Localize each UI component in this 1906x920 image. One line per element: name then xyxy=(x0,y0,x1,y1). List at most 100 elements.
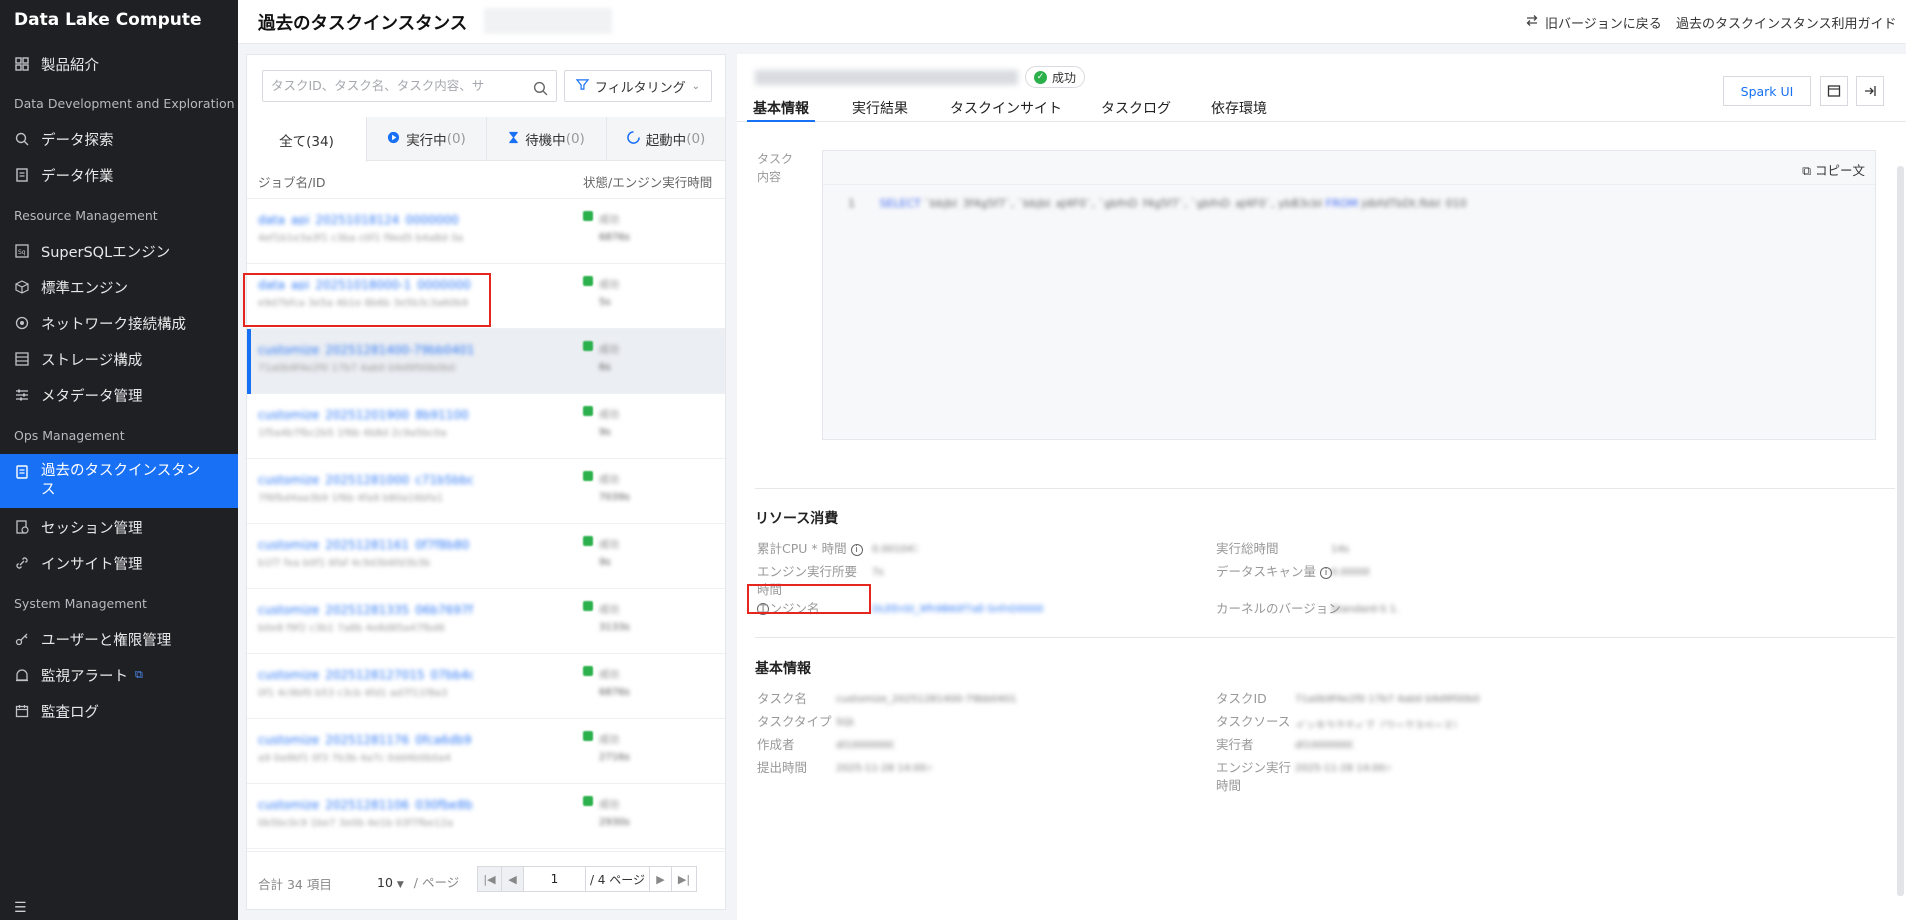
last-page-icon[interactable]: ▶| xyxy=(672,867,696,891)
nav-supersql[interactable]: Sq SuperSQLエンジン xyxy=(0,233,238,269)
kernel-value: Standard-S 1.1 xyxy=(1331,604,1399,615)
key-icon xyxy=(14,632,29,647)
creator-label: 作成者 xyxy=(757,737,795,752)
prev-page-icon[interactable]: ◀ xyxy=(502,867,524,891)
job-id: b0e8 f9f2 c3b1 7a8b 4e8d85a47fbd6 xyxy=(258,623,445,634)
guide-link[interactable]: 過去のタスクインスタンス利用ガイド xyxy=(1676,13,1896,32)
list-header: ジョブ名/ID 状態/エンジン実行時間 xyxy=(247,161,725,199)
tab-running[interactable]: 実行中 (0) xyxy=(367,117,487,161)
document-icon xyxy=(14,464,29,479)
job-name[interactable]: customize_20251281176_0fca6db9 xyxy=(258,733,473,745)
brand-title: Data Lake Compute xyxy=(14,10,202,30)
tab-starting[interactable]: 起動中 (0) xyxy=(607,117,725,161)
tab-dependencies[interactable]: 依存環境 xyxy=(1211,98,1267,122)
list-item[interactable]: data_api_20251018124_0000000 4ef1b1e3a3f1… xyxy=(247,199,725,264)
nav-label: 製品紹介 xyxy=(41,57,99,74)
play-circle-icon xyxy=(387,131,400,148)
list-item[interactable]: customize_20251281161_0f7f8b80 b1f7 fea b… xyxy=(247,524,725,589)
job-name[interactable]: customize_20251281000_c71b5bbc xyxy=(258,473,473,485)
tab-exec-result[interactable]: 実行結果 xyxy=(852,98,908,122)
code-viewer: ⧉ コピー文 1 SELECT `bbjbl_3f4g5f7`, `bbjbl_… xyxy=(822,150,1876,440)
detail-tabs: 基本情報 実行結果 タスクインサイト タスクログ 依存環境 xyxy=(737,94,1906,122)
code-text: `bbjbl_3f4g5f7`, `bbjbl_aJ4F0`, `gbfnD_f… xyxy=(924,197,1323,209)
nav-sessions[interactable]: セッション管理 xyxy=(0,509,238,545)
scan-value: 0.0000B xyxy=(1331,567,1369,578)
job-name[interactable]: data_api_20251018124_0000000 xyxy=(258,213,473,225)
tab-basic-info[interactable]: 基本情報 xyxy=(747,98,815,122)
region-select[interactable] xyxy=(484,8,612,34)
status-text: 成功 xyxy=(599,280,619,291)
basic-section-title: 基本情報 xyxy=(755,661,811,677)
engine-time: 9s xyxy=(599,557,611,568)
job-name[interactable]: customize_20251281335_06b7697f xyxy=(258,603,473,615)
page-total: / 4 ページ xyxy=(586,867,650,891)
first-page-icon[interactable]: |◀ xyxy=(478,867,502,891)
nav-network[interactable]: ネットワーク接続構成 xyxy=(0,305,238,341)
nav-data-jobs[interactable]: データ作業 xyxy=(0,157,238,193)
next-page-icon[interactable]: ▶ xyxy=(650,867,672,891)
status-text: 成功 xyxy=(599,605,619,616)
list-item[interactable]: customize_20251281106_030fbe8b 0b5bc0c9 1… xyxy=(247,784,725,849)
code-keyword: SELECT xyxy=(879,197,921,209)
list-item[interactable]: customize_2025128127015_07bb4c75 0f1 4c9b… xyxy=(247,654,725,719)
copy-icon: ⧉ xyxy=(1802,163,1811,178)
nav-data-explore[interactable]: データ探索 xyxy=(0,121,238,157)
col-job: ジョブ名/ID xyxy=(258,175,326,190)
nav-history-tasks[interactable]: 過去のタスクインスタンス xyxy=(0,454,238,508)
scrollbar[interactable] xyxy=(1897,166,1904,896)
nav-insights[interactable]: インサイト管理 xyxy=(0,545,238,581)
job-name[interactable]: customize_20251281161_0f7f8b80 xyxy=(258,538,473,550)
tab-waiting[interactable]: 待機中 (0) xyxy=(487,117,607,161)
engine-time: 2716s xyxy=(599,752,630,763)
tab-task-log[interactable]: タスクログ xyxy=(1101,98,1171,122)
nav-metadata[interactable]: メタデータ管理 xyxy=(0,377,238,413)
search-icon[interactable] xyxy=(533,77,548,101)
engine-name-link[interactable]: DLEEnSt_9fh9B60f7aE-SnfnD0000 xyxy=(872,604,1052,615)
chevron-down-icon: ⌄ xyxy=(691,80,701,92)
search-input[interactable]: タスクID、タスク名、タスク内容、サ xyxy=(262,70,557,102)
job-name[interactable]: customize_20251281400-79bb0401 xyxy=(258,343,473,355)
list-item[interactable]: customize_20251281335_06b7697f b0e8 f9f2 … xyxy=(247,589,725,654)
nav-std-engine[interactable]: 標準エンジン xyxy=(0,269,238,305)
tab-all[interactable]: 全て(34) xyxy=(247,117,367,162)
job-name[interactable]: customize_20251201900_8b91100 xyxy=(258,408,473,420)
tab-count: (0) xyxy=(446,131,466,147)
total-time-label: 実行総時間 xyxy=(1216,541,1279,556)
task-type-label: タスクタイプ xyxy=(757,714,832,729)
nav-alerts[interactable]: 監視アラート ⧉ xyxy=(0,657,238,693)
engine-time: 6s xyxy=(599,362,611,373)
tab-task-insight[interactable]: タスクインサイト xyxy=(950,98,1062,122)
highlight-box-cpu xyxy=(747,584,871,614)
filter-dropdown[interactable]: フィルタリング ⌄ xyxy=(564,70,712,102)
grid-icon xyxy=(14,57,29,72)
list-item[interactable]: customize_20251281176_0fca6db9 a9 0a9bf1 … xyxy=(247,719,725,784)
page-input[interactable]: 1 xyxy=(524,867,586,891)
engine-time: 2930s xyxy=(599,817,630,828)
status-text: 成功 xyxy=(599,540,619,551)
copy-button[interactable]: ⧉ コピー文 xyxy=(1802,160,1865,179)
page-size-value: 10 xyxy=(377,875,393,890)
list-item[interactable]: customize_20251201900_8b91100 1f5a4b7fbc2… xyxy=(247,394,725,459)
job-name[interactable]: customize_2025128127015_07bb4c75 xyxy=(258,668,473,680)
nav-audit[interactable]: 監査ログ xyxy=(0,693,238,729)
job-name[interactable]: customize_20251281106_030fbe8b xyxy=(258,798,473,810)
engine-time-value: 7s xyxy=(872,567,884,578)
cpu-label-text: 累計CPU * 時間 xyxy=(757,541,847,556)
page-size-select[interactable]: 10 ▼ / ページ xyxy=(377,872,459,891)
nav-label: セッション管理 xyxy=(41,520,143,537)
old-version-link[interactable]: 旧バージョンに戻る xyxy=(1525,13,1662,32)
list-item[interactable]: customize_20251281400-79bb0401 71a0b9f4e2… xyxy=(247,329,725,394)
nav-product-intro[interactable]: 製品紹介 xyxy=(0,46,238,82)
job-id: 0b5bc0c9 1be7 3e0b 4e1b 03f7fbe12a xyxy=(258,818,454,829)
submit-time-value: 2025-11-28 14:00:00 xyxy=(836,763,931,774)
collapse-menu-icon[interactable]: ☰ xyxy=(14,900,27,916)
info-icon[interactable]: i xyxy=(850,543,863,556)
list-item[interactable]: customize_20251281000_c71b5bbc 7f6fbd4aa3… xyxy=(247,459,725,524)
status-text: 成功 xyxy=(599,345,619,356)
engine-time: 9s xyxy=(599,427,611,438)
nav-storage[interactable]: ストレージ構成 xyxy=(0,341,238,377)
nav-users[interactable]: ユーザーと権限管理 xyxy=(0,621,238,657)
search-icon xyxy=(14,132,29,147)
job-id: 0f1 4c9bf0 b53 c3cb 4fd1 ad7f11f8a3 xyxy=(258,688,448,699)
nav-label: 監査ログ xyxy=(41,704,99,721)
